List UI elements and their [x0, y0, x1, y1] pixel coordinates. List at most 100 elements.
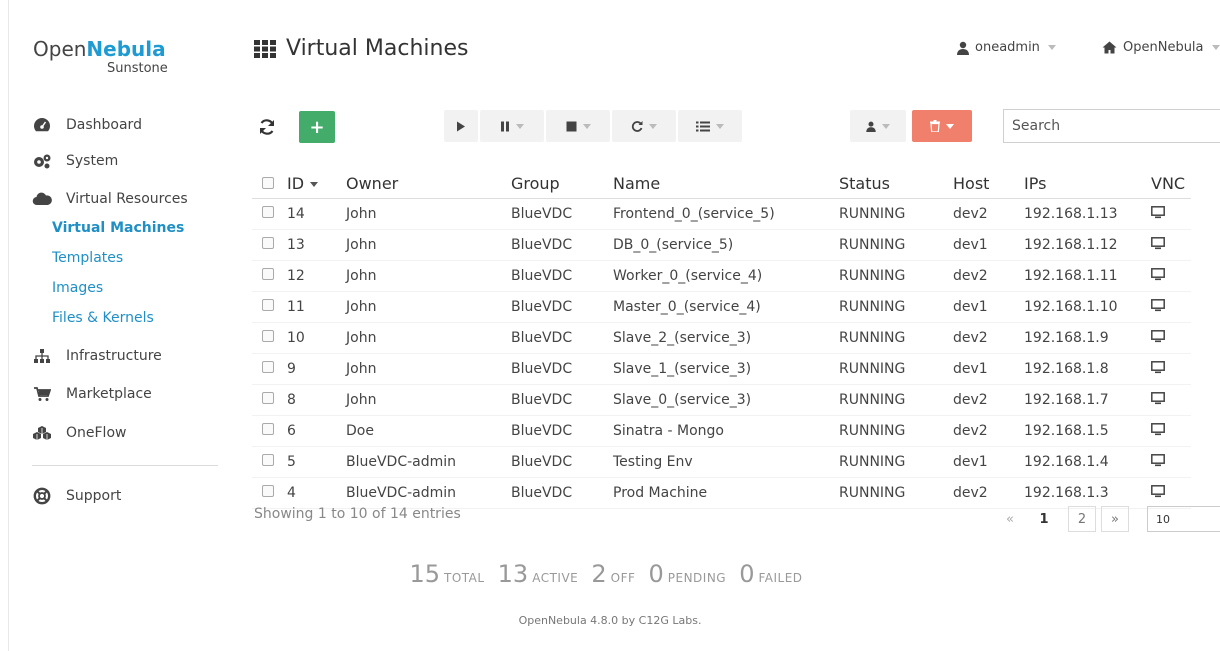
row-checkbox[interactable] [252, 322, 287, 354]
row-checkbox[interactable] [252, 198, 287, 230]
table-row[interactable]: 12 John BlueVDC Worker_0_(service_4) RUNNING… [252, 260, 1191, 292]
sidebar-subitem-templates[interactable]: Templates [52, 250, 123, 266]
active-label: ACTIVE [532, 571, 579, 585]
column-header-ips[interactable]: IPs [1024, 168, 1151, 199]
off-count: 2 [591, 560, 607, 588]
sidebar-item-dashboard[interactable]: Dashboard [32, 114, 142, 136]
sidebar-item-system[interactable]: System [32, 150, 118, 172]
vm-host: dev1 [953, 353, 1024, 385]
cloud-icon [32, 191, 52, 207]
vm-name[interactable]: Slave_0_(service_3) [613, 384, 839, 416]
zone-menu[interactable]: OpenNebula [1102, 40, 1220, 55]
table-row[interactable]: 8 John BlueVDC Slave_0_(service_3) RUNNING de… [252, 384, 1191, 416]
vm-name[interactable]: Slave_2_(service_3) [613, 322, 839, 354]
pagination-page-1[interactable]: 1 [1030, 506, 1058, 532]
row-checkbox[interactable] [252, 229, 287, 261]
select-all-checkbox[interactable] [252, 168, 287, 199]
table-row[interactable]: 11 John BlueVDC Master_0_(service_4) RUNNING… [252, 291, 1191, 323]
pause-icon [500, 121, 510, 132]
vm-name[interactable]: Sinatra - Mongo [613, 415, 839, 447]
sidebar-subitem-files-kernels[interactable]: Files & Kernels [52, 310, 154, 326]
column-header-vnc[interactable]: VNC [1151, 168, 1191, 199]
reboot-menu-button[interactable] [612, 110, 676, 142]
sidebar-item-oneflow[interactable]: OneFlow [32, 422, 126, 444]
vm-name[interactable]: DB_0_(service_5) [613, 229, 839, 261]
vm-ips: 192.168.1.5 [1024, 415, 1151, 447]
vm-table: ID Owner Group Name Status Host IPs VNC … [252, 168, 1191, 509]
vnc-button[interactable] [1151, 353, 1191, 385]
pagination-page-2[interactable]: 2 [1068, 506, 1096, 532]
sidebar-item-label: System [66, 153, 119, 169]
refresh-button[interactable] [252, 111, 282, 143]
more-menu-button[interactable] [678, 110, 742, 142]
home-icon [1102, 41, 1117, 54]
vnc-button[interactable] [1151, 446, 1191, 478]
vm-id: 8 [287, 384, 346, 416]
play-button[interactable] [444, 110, 478, 142]
table-row[interactable]: 10 John BlueVDC Slave_2_(service_3) RUNNING d… [252, 322, 1191, 354]
add-button[interactable]: + [299, 111, 335, 143]
row-checkbox[interactable] [252, 477, 287, 509]
table-row[interactable]: 14 John BlueVDC Frontend_0_(service_5) RUNNI… [252, 198, 1191, 230]
vnc-button[interactable] [1151, 477, 1191, 509]
column-header-owner[interactable]: Owner [346, 168, 511, 199]
table-row[interactable]: 9 John BlueVDC Slave_1_(service_3) RUNNING de… [252, 353, 1191, 385]
vnc-button[interactable] [1151, 229, 1191, 261]
search-input[interactable] [1003, 109, 1220, 143]
table-row[interactable]: 6 Doe BlueVDC Sinatra - Mongo RUNNING dev2 192… [252, 415, 1191, 447]
sidebar-item-infrastructure[interactable]: Infrastructure [32, 345, 162, 367]
column-header-group[interactable]: Group [511, 168, 613, 199]
sidebar-item-marketplace[interactable]: Marketplace [32, 383, 152, 405]
pagination-next[interactable]: » [1101, 506, 1129, 532]
vnc-button[interactable] [1151, 322, 1191, 354]
column-header-id[interactable]: ID [287, 168, 346, 199]
sidebar: OpenNebula Sunstone Dashboard System Vir… [0, 0, 230, 651]
vnc-button[interactable] [1151, 384, 1191, 416]
chevron-down-icon [946, 123, 954, 129]
page-size-select[interactable]: 10 [1147, 506, 1220, 532]
sidebar-subitem-virtual-machines[interactable]: Virtual Machines [52, 220, 184, 236]
column-header-name[interactable]: Name [613, 168, 839, 199]
row-checkbox[interactable] [252, 291, 287, 323]
row-checkbox[interactable] [252, 353, 287, 385]
delete-menu-button[interactable] [912, 110, 972, 142]
vm-name[interactable]: Slave_1_(service_3) [613, 353, 839, 385]
vm-id: 5 [287, 446, 346, 478]
sidebar-item-support[interactable]: Support [32, 485, 121, 507]
user-menu[interactable]: oneadmin [957, 40, 1056, 55]
table-row[interactable]: 13 John BlueVDC DB_0_(service_5) RUNNING dev1… [252, 229, 1191, 261]
vm-name[interactable]: Prod Machine [613, 477, 839, 509]
sidebar-item-label: OneFlow [66, 425, 127, 441]
table-row[interactable]: 5 BlueVDC-admin BlueVDC Testing Env RUNNING d… [252, 446, 1191, 478]
vnc-button[interactable] [1151, 198, 1191, 230]
dashboard-icon [32, 117, 52, 133]
row-checkbox[interactable] [252, 384, 287, 416]
stop-menu-button[interactable] [546, 110, 610, 142]
table-row[interactable]: 4 BlueVDC-admin BlueVDC Prod Machine RUNNING… [252, 477, 1191, 509]
vnc-button[interactable] [1151, 291, 1191, 323]
pagination-prev[interactable]: « [1000, 506, 1020, 532]
row-checkbox[interactable] [252, 446, 287, 478]
vm-host: dev2 [953, 322, 1024, 354]
row-checkbox[interactable] [252, 415, 287, 447]
vm-name[interactable]: Frontend_0_(service_5) [613, 198, 839, 230]
vm-name[interactable]: Master_0_(service_4) [613, 291, 839, 323]
vnc-button[interactable] [1151, 260, 1191, 292]
vm-id: 13 [287, 229, 346, 261]
vm-group: BlueVDC [511, 260, 613, 292]
vm-status: RUNNING [839, 260, 953, 292]
vm-name[interactable]: Worker_0_(service_4) [613, 260, 839, 292]
logo-sub: Sunstone [107, 61, 168, 76]
pause-menu-button[interactable] [480, 110, 544, 142]
column-header-status[interactable]: Status [839, 168, 953, 199]
sidebar-subitem-images[interactable]: Images [52, 280, 103, 296]
vm-name[interactable]: Testing Env [613, 446, 839, 478]
stop-icon [566, 121, 577, 132]
change-owner-menu-button[interactable] [850, 110, 906, 142]
vm-ips: 192.168.1.4 [1024, 446, 1151, 478]
lifebuoy-icon [32, 487, 52, 505]
row-checkbox[interactable] [252, 260, 287, 292]
column-header-host[interactable]: Host [953, 168, 1024, 199]
vnc-button[interactable] [1151, 415, 1191, 447]
sidebar-item-virtual-resources[interactable]: Virtual Resources [32, 188, 188, 210]
